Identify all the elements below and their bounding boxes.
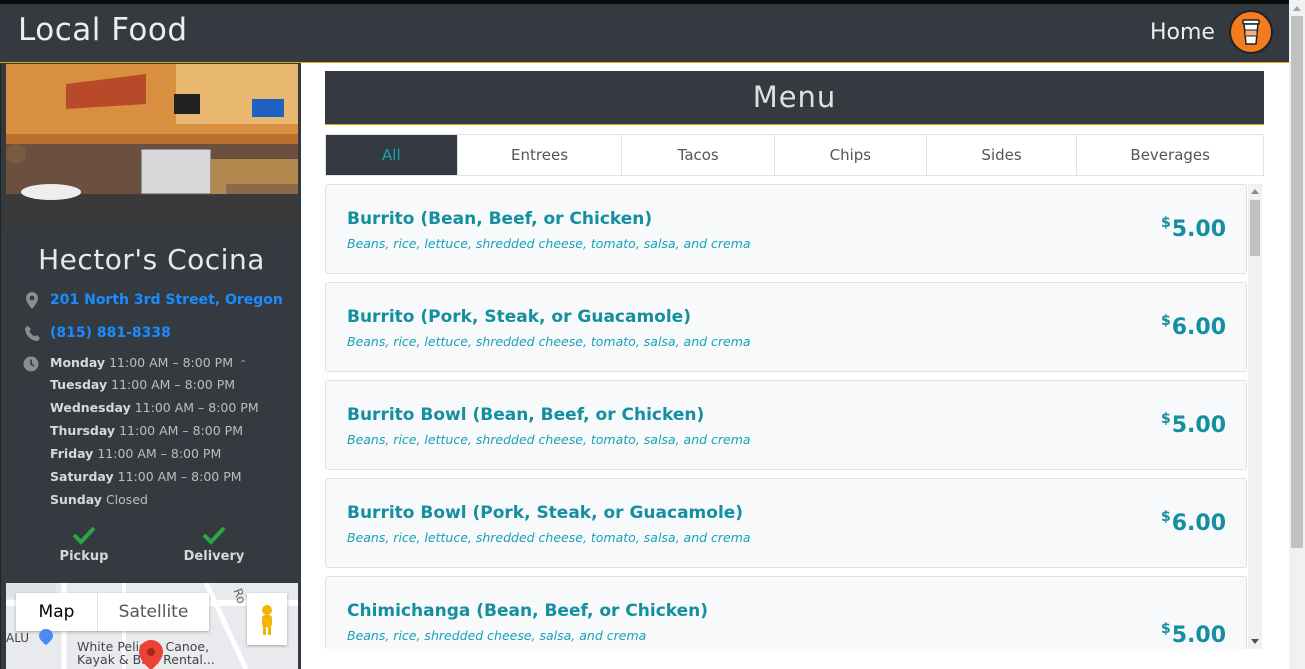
hours-row-saturday: Saturday 11:00 AM – 8:00 PM <box>50 469 242 484</box>
map-place-label: ALU <box>6 631 30 645</box>
map-poi-icon <box>39 629 53 645</box>
hours-row-sunday: Sunday Closed <box>50 492 148 507</box>
map-marker-icon[interactable] <box>139 640 163 669</box>
map-type-toggle: Map Satellite <box>16 593 209 631</box>
pickup-service: Pickup <box>39 525 129 564</box>
menu-item-price: $6.00 <box>1160 509 1226 536</box>
scroll-down-arrow-icon[interactable] <box>1251 639 1259 644</box>
menu-category-tabs: All Entrees Tacos Chips Sides Beverages <box>325 134 1264 176</box>
brand-title[interactable]: Local Food <box>18 12 188 48</box>
tab-all[interactable]: All <box>326 135 458 175</box>
page-scroll-thumb[interactable] <box>1291 16 1303 548</box>
menu-item-price: $5.00 <box>1160 621 1226 648</box>
phone-row: (815) 881-8338 <box>23 324 171 342</box>
menu-item-name: Burrito (Bean, Beef, or Chicken) <box>347 209 653 229</box>
map-view-button[interactable]: Map <box>16 593 98 631</box>
hours-row-tuesday: Tuesday 11:00 AM – 8:00 PM <box>50 377 236 392</box>
chevron-up-icon[interactable]: ⌃ <box>239 359 247 370</box>
menu-list-scrollbar[interactable] <box>1248 184 1262 649</box>
menu-item[interactable]: Burrito Bowl (Bean, Beef, or Chicken) Be… <box>325 380 1247 470</box>
address-link[interactable]: 201 North 3rd Street, Oregon <box>50 292 283 308</box>
menu-item-name: Burrito Bowl (Pork, Steak, or Guacamole) <box>347 503 744 523</box>
menu-item-price: $6.00 <box>1160 313 1226 340</box>
menu-item[interactable]: Burrito (Pork, Steak, or Guacamole) Bean… <box>325 282 1247 372</box>
hours-row-monday: Monday 11:00 AM – 8:00 PM ⌃ <box>50 355 248 370</box>
menu-item-description: Beans, rice, lettuce, shredded cheese, t… <box>347 432 751 447</box>
menu-list-scroll-thumb[interactable] <box>1250 200 1260 256</box>
menu-item-list[interactable]: Burrito (Bean, Beef, or Chicken) Beans, … <box>325 184 1259 649</box>
menu-title: Menu <box>325 71 1264 125</box>
page-scrollbar[interactable] <box>1289 0 1305 669</box>
delivery-service: Delivery <box>169 525 259 564</box>
menu-item[interactable]: Chimichanga (Bean, Beef, or Chicken) Bea… <box>325 576 1247 649</box>
tab-chips[interactable]: Chips <box>775 135 927 175</box>
phone-icon <box>23 324 41 342</box>
menu-item-description: Beans, rice, lettuce, shredded cheese, t… <box>347 334 751 349</box>
address-row: 201 North 3rd Street, Oregon <box>23 291 283 309</box>
hours-row-thursday: Thursday 11:00 AM – 8:00 PM <box>50 423 243 438</box>
menu-item-price: $5.00 <box>1160 411 1226 438</box>
tab-entrees[interactable]: Entrees <box>457 135 623 175</box>
top-navbar: Local Food Home <box>0 0 1289 63</box>
phone-link[interactable]: (815) 881-8338 <box>50 325 171 341</box>
menu-item-description: Beans, rice, lettuce, shredded cheese, t… <box>347 530 751 545</box>
check-icon <box>39 525 129 549</box>
restaurant-name: Hector's Cocina <box>38 243 265 276</box>
hours-row-wednesday: Wednesday 11:00 AM – 8:00 PM <box>50 400 259 415</box>
menu-item-description: Beans, rice, shredded cheese, salsa, and… <box>347 628 647 643</box>
menu-item-description: Beans, rice, lettuce, shredded cheese, t… <box>347 236 751 251</box>
restaurant-photo <box>6 64 298 227</box>
scroll-up-arrow-icon[interactable] <box>1293 6 1301 11</box>
menu-item[interactable]: Burrito (Bean, Beef, or Chicken) Beans, … <box>325 184 1247 274</box>
menu-item-name: Burrito Bowl (Bean, Beef, or Chicken) <box>347 405 705 425</box>
clock-icon <box>23 356 41 374</box>
satellite-view-button[interactable]: Satellite <box>98 593 209 631</box>
google-map[interactable]: Map Satellite ALU White Pelican Canoe, K… <box>6 583 298 669</box>
street-view-pegman-icon[interactable] <box>247 593 287 645</box>
menu-item[interactable]: Burrito Bowl (Pork, Steak, or Guacamole)… <box>325 478 1247 568</box>
menu-item-name: Burrito (Pork, Steak, or Guacamole) <box>347 307 691 327</box>
home-link[interactable]: Home <box>1150 20 1215 45</box>
coffee-cup-icon[interactable] <box>1229 10 1273 54</box>
menu-section: Menu All Entrees Tacos Chips Sides Bever… <box>325 71 1264 649</box>
map-pin-icon <box>23 291 41 309</box>
hours-row-friday: Friday 11:00 AM – 8:00 PM <box>50 446 222 461</box>
check-icon <box>169 525 259 549</box>
tab-tacos[interactable]: Tacos <box>622 135 776 175</box>
tab-sides[interactable]: Sides <box>926 135 1078 175</box>
opening-hours[interactable]: Monday 11:00 AM – 8:00 PM ⌃ Tuesday 11:00 A… <box>50 354 259 511</box>
tab-beverages[interactable]: Beverages <box>1077 135 1263 175</box>
scroll-up-arrow-icon[interactable] <box>1251 189 1259 194</box>
restaurant-sidebar: Hector's Cocina 201 North 3rd Street, Or… <box>0 63 301 669</box>
menu-item-price: $5.00 <box>1160 215 1226 242</box>
menu-item-name: Chimichanga (Bean, Beef, or Chicken) <box>347 601 709 621</box>
